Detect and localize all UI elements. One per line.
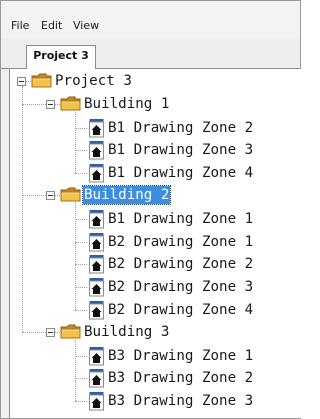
folder-icon: [31, 73, 52, 88]
drawing-zone-icon: [89, 232, 104, 252]
tree-connector: [22, 331, 46, 333]
tree-connector: [22, 86, 23, 332]
tree-connector: [75, 173, 87, 175]
building-node-label[interactable]: Building 1: [84, 95, 169, 113]
tree-connector: [75, 310, 87, 311]
collapse-icon[interactable]: [17, 77, 26, 86]
collapse-icon[interactable]: [46, 327, 55, 337]
drawing-zone-icon: [89, 277, 104, 297]
tree-connector: [75, 401, 87, 403]
drawing-zone-icon: [89, 163, 104, 183]
drawing-zone-label[interactable]: B2 Drawing Zone 3: [108, 278, 253, 296]
menu-bar: File Edit View: [1, 1, 300, 39]
drawing-zone-icon: [89, 209, 104, 229]
drawing-zone-label[interactable]: B2 Drawing Zone 4: [108, 301, 253, 319]
tree-connector: [22, 195, 46, 196]
tree-connector: [22, 103, 46, 105]
tree-connector: [75, 241, 87, 243]
drawing-zone-icon: [89, 254, 104, 274]
menu-edit[interactable]: Edit: [41, 19, 62, 33]
building-node-label[interactable]: Building 3: [84, 323, 169, 341]
drawing-zone-icon: [89, 391, 104, 411]
drawing-zone-icon: [89, 140, 104, 160]
tree-root-label[interactable]: Project 3: [55, 72, 132, 90]
app-window: File Edit View Project 3 Project 3 Buildi…: [0, 0, 301, 419]
tree-connector: [75, 287, 87, 289]
folder-icon: [60, 96, 81, 111]
drawing-zone-label[interactable]: B3 Drawing Zone 1: [108, 347, 253, 365]
folder-icon: [60, 187, 81, 202]
menu-view[interactable]: View: [73, 19, 99, 33]
drawing-zone-label[interactable]: B3 Drawing Zone 3: [108, 392, 253, 410]
drawing-zone-icon: [89, 300, 104, 320]
tab-project-3[interactable]: Project 3: [26, 45, 96, 69]
tree-connector: [75, 150, 87, 152]
drawing-zone-label[interactable]: B2 Drawing Zone 1: [108, 233, 253, 251]
drawing-zone-label[interactable]: B2 Drawing Zone 2: [108, 255, 253, 273]
drawing-zone-label[interactable]: B1 Drawing Zone 2: [108, 119, 253, 137]
drawing-zone-icon: [89, 118, 104, 138]
drawing-zone-icon: [89, 368, 104, 388]
tree-connector: [75, 127, 87, 129]
tree-connector: [75, 337, 76, 402]
project-tree: Project 3 Building 1 B1 Drawing Zone 2 B1 D…: [9, 69, 301, 418]
collapse-icon[interactable]: [46, 99, 55, 109]
tree-connector: [75, 355, 87, 357]
building-node-label[interactable]: Building 2: [81, 185, 172, 205]
folder-icon: [60, 324, 81, 339]
tree-connector: [75, 218, 87, 220]
tab-strip: Project 3: [1, 39, 300, 69]
drawing-zone-label[interactable]: B1 Drawing Zone 4: [108, 164, 253, 182]
menu-file[interactable]: File: [11, 19, 29, 33]
tree-connector: [75, 109, 76, 174]
tree-connector: [75, 378, 87, 380]
tree-connector: [75, 264, 87, 266]
drawing-zone-label[interactable]: B1 Drawing Zone 1: [108, 210, 253, 228]
drawing-zone-icon: [89, 346, 104, 366]
collapse-icon[interactable]: [46, 191, 55, 200]
tree-connector: [75, 201, 76, 310]
drawing-zone-label[interactable]: B1 Drawing Zone 3: [108, 141, 253, 159]
drawing-zone-label[interactable]: B3 Drawing Zone 2: [108, 369, 253, 387]
